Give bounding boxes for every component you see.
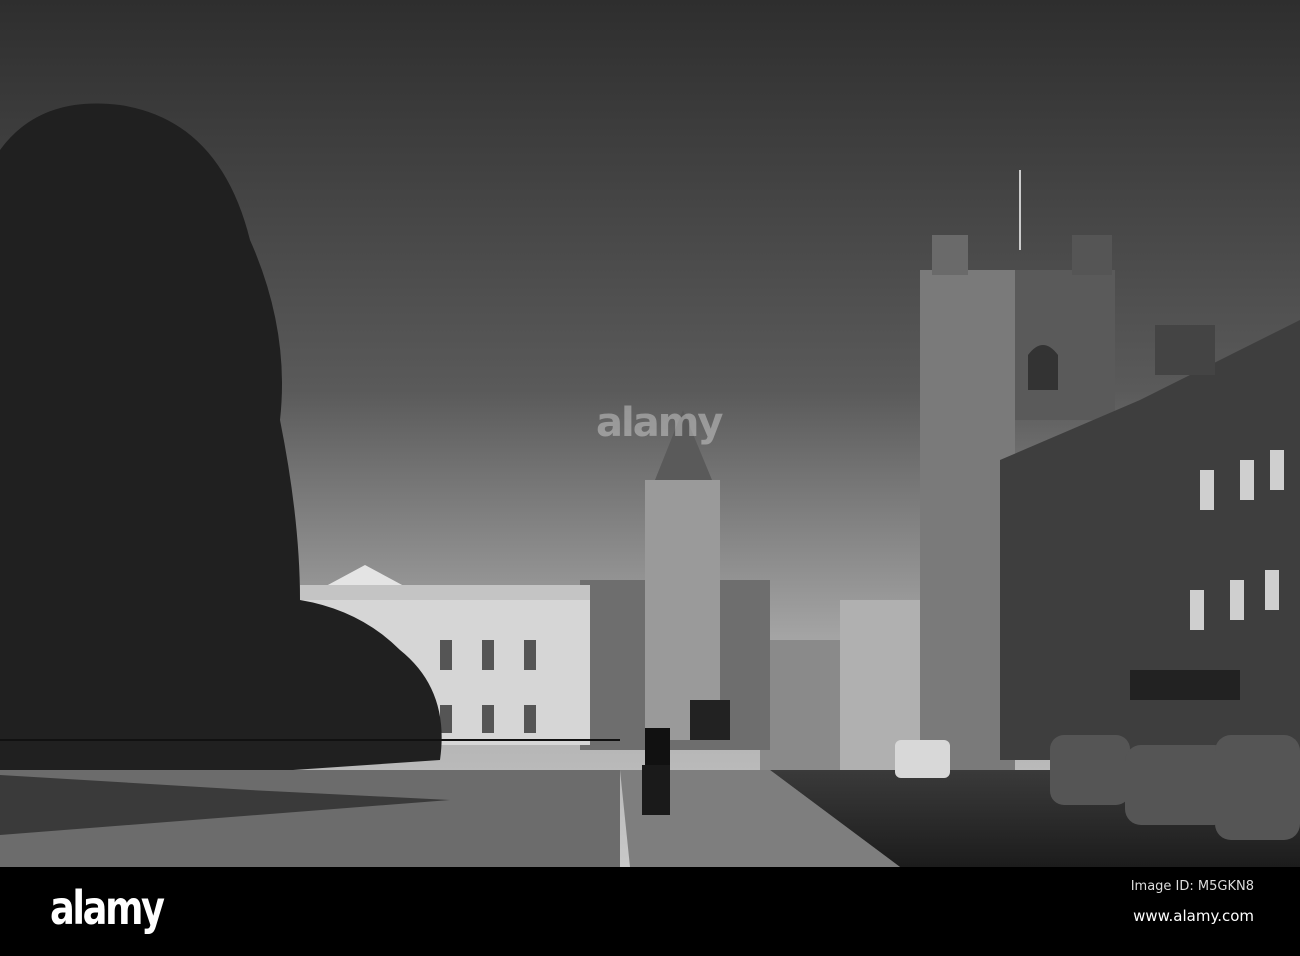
footer-bar: alamy Image ID: M5GKN8 www.alamy.com <box>0 867 1300 956</box>
alamy-logo: alamy <box>50 881 165 935</box>
website-link[interactable]: www.alamy.com <box>1133 907 1254 925</box>
stock-photo: alamy alamy Image ID: M5GKN8 www.alamy.c… <box>0 0 1300 956</box>
watermark: alamy <box>596 400 723 446</box>
bin <box>642 765 670 815</box>
image-id: Image ID: M5GKN8 <box>1130 879 1254 894</box>
